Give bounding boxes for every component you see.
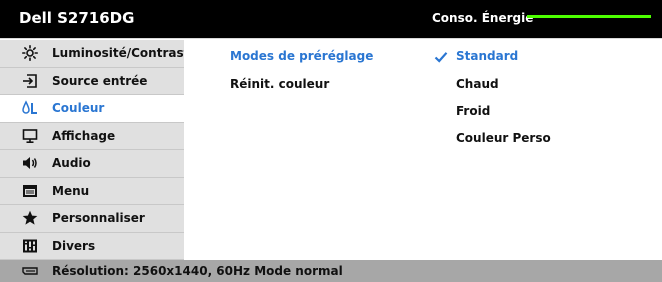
- sidebar: Luminosité/Contraste Source entrée Coule…: [0, 40, 197, 260]
- preset-custom-color[interactable]: Couleur Perso: [456, 125, 551, 152]
- preset-standard-item[interactable]: Standard: [184, 43, 662, 70]
- preset-standard: Standard: [456, 49, 519, 63]
- sidebar-item-label: Personnaliser: [52, 211, 145, 225]
- sidebar-item-others[interactable]: Divers: [0, 232, 184, 260]
- sidebar-item-personalize[interactable]: Personnaliser: [0, 205, 184, 233]
- dp-connector-icon: [22, 267, 38, 275]
- status-bar: Résolution: 2560x1440, 60Hz Mode normal: [0, 260, 662, 282]
- sidebar-item-label: Source entrée: [52, 73, 148, 88]
- brightness-icon: [21, 44, 39, 62]
- sidebar-item-label: Couleur: [52, 101, 105, 115]
- input-source-icon: [21, 72, 39, 90]
- resolution-status: Résolution: 2560x1440, 60Hz Mode normal: [52, 264, 343, 278]
- title-bar: Dell S2716DG Conso. Énergie: [0, 0, 662, 39]
- sidebar-item-label: Divers: [52, 238, 96, 253]
- sidebar-item-display[interactable]: Affichage: [0, 122, 184, 150]
- sidebar-item-input-source[interactable]: Source entrée: [0, 67, 184, 95]
- others-icon: [21, 237, 39, 255]
- display-icon: [21, 127, 39, 145]
- energy-use-label: Conso. Énergie: [432, 11, 534, 25]
- color-icon: [21, 99, 39, 117]
- preset-cool[interactable]: Froid: [456, 98, 490, 125]
- menu-icon: [21, 182, 39, 200]
- sidebar-item-label: Affichage: [52, 128, 116, 143]
- sidebar-item-label: Luminosité/Contraste: [52, 46, 198, 60]
- osd-content: Luminosité/Contraste Source entrée Coule…: [0, 40, 662, 260]
- color-settings-panel: Modes de préréglage Réinit. couleur Stan…: [184, 40, 662, 260]
- sidebar-item-brightness-contrast[interactable]: Luminosité/Contraste: [0, 40, 197, 68]
- monitor-osd: Dell S2716DG Conso. Énergie Luminosité/C…: [0, 0, 662, 282]
- preset-warm[interactable]: Chaud: [456, 71, 499, 98]
- sidebar-item-audio[interactable]: Audio: [0, 150, 184, 178]
- sidebar-item-color[interactable]: Couleur: [0, 95, 184, 123]
- speaker-icon: [21, 154, 39, 172]
- sidebar-item-menu[interactable]: Menu: [0, 177, 184, 205]
- energy-use-fill: [527, 15, 651, 18]
- energy-use-meter: [527, 15, 651, 18]
- reset-color-option[interactable]: Réinit. couleur: [230, 71, 329, 98]
- sidebar-item-label: Audio: [52, 156, 91, 170]
- sidebar-item-label: Menu: [52, 183, 90, 198]
- checkmark-icon: [434, 52, 448, 63]
- star-icon: [21, 209, 39, 227]
- monitor-model: Dell S2716DG: [19, 9, 135, 27]
